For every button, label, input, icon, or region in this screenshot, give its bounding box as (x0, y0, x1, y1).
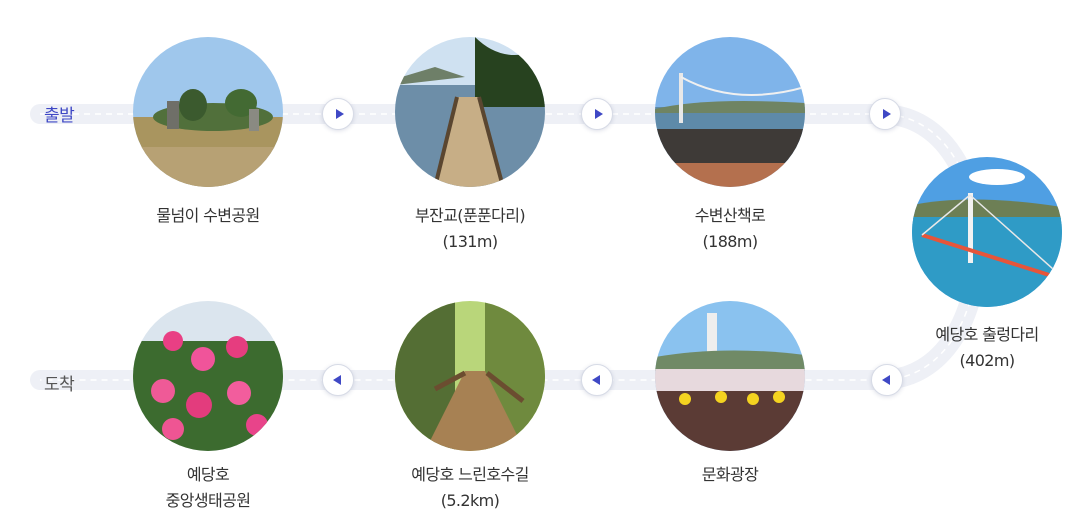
floating-bridge-photo[interactable] (395, 37, 545, 187)
arrow-right-1[interactable] (322, 98, 354, 130)
arrow-right-3[interactable] (869, 98, 901, 130)
stop-3-title: 수변산책로 (694, 206, 766, 225)
end-label: 도착 (44, 375, 75, 395)
arrow-left-icon (881, 375, 890, 385)
arrow-left-3[interactable] (322, 364, 354, 396)
stop-5-title: 문화광장 (701, 465, 759, 484)
arrow-left-1[interactable] (871, 364, 903, 396)
stop-5-name: 문화광장 (620, 462, 840, 488)
waterside-walkway-photo[interactable] (655, 37, 805, 187)
stop-4-name: 예당호 출렁다리 (402m) (877, 322, 1086, 374)
start-label: 출발 (44, 106, 75, 126)
stop-1-title: 물넘이 수변공원 (156, 206, 260, 225)
stop-3-distance: (188m) (702, 232, 758, 251)
arrow-right-icon (594, 109, 603, 119)
suspension-bridge-photo[interactable] (912, 157, 1062, 307)
stop-4-distance: (402m) (959, 351, 1015, 370)
culture-plaza-photo[interactable] (655, 301, 805, 451)
stop-3-name: 수변산책로 (188m) (620, 203, 840, 255)
stop-2-name: 부잔교(푼푼다리) (131m) (360, 203, 580, 255)
stop-2-title: 부잔교(푼푼다리) (414, 206, 526, 225)
arrow-left-2[interactable] (581, 364, 613, 396)
arrow-left-icon (332, 375, 341, 385)
stop-7-name: 예당호 중앙생태공원 (98, 462, 318, 514)
stop-7-title: 예당호 (186, 465, 230, 484)
arrow-left-icon (591, 375, 600, 385)
stop-1-name: 물넘이 수변공원 (98, 203, 318, 229)
stop-2-distance: (131m) (442, 232, 498, 251)
stop-4-title: 예당호 출렁다리 (935, 325, 1039, 344)
park-photo[interactable] (133, 37, 283, 187)
arrow-right-2[interactable] (581, 98, 613, 130)
stop-6-title: 예당호 느린호수길 (411, 465, 529, 484)
arrow-right-icon (882, 109, 891, 119)
stop-7-subtitle: 중앙생태공원 (165, 491, 251, 510)
stop-6-name: 예당호 느린호수길 (5.2km) (360, 462, 580, 514)
arrow-right-icon (335, 109, 344, 119)
flower-park-photo[interactable] (133, 301, 283, 451)
forest-boardwalk-photo[interactable] (395, 301, 545, 451)
stop-6-distance: (5.2km) (440, 491, 500, 510)
